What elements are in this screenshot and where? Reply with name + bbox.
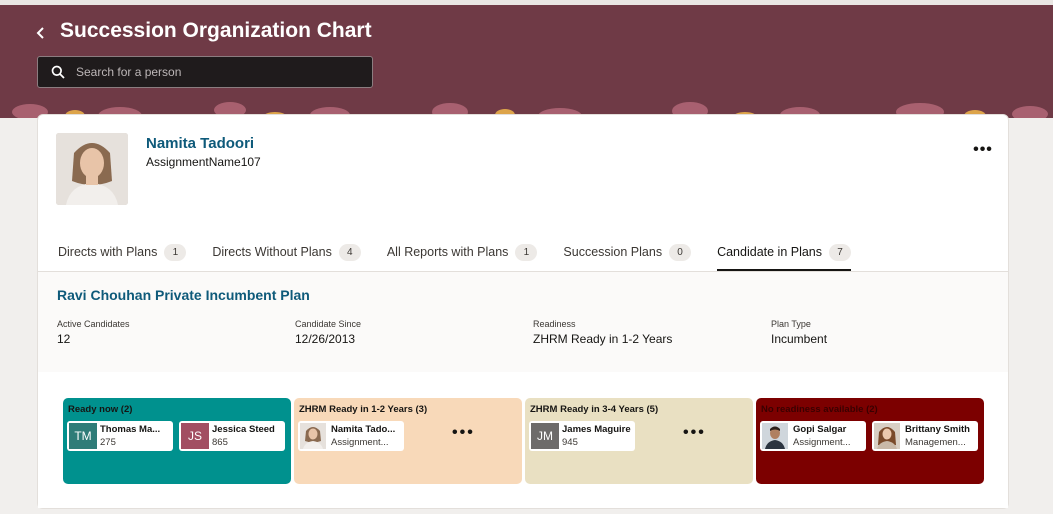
candidate-detail: Managemen... [905,437,966,448]
person-photo [56,133,128,205]
candidate-name: Brittany Smith [905,424,970,435]
lane-title: ZHRM Ready in 3-4 Years (5) [530,404,659,415]
tab-label: Directs with Plans [58,245,158,259]
candidate-name: Thomas Ma... [100,424,161,435]
tab-directs-with-plans[interactable]: Directs with Plans 1 [58,235,187,271]
lane-ready-now: Ready now (2) TM Thomas Ma... 275 JS Jes… [63,398,291,484]
candidate-detail: 945 [562,437,578,448]
meta-value: 12/26/2013 [295,332,356,346]
more-candidates-button[interactable]: ••• [683,425,706,441]
meta-label: Readiness [533,319,576,329]
candidate-chip[interactable]: TM Thomas Ma... 275 [67,421,173,451]
meta-readiness: Readiness ZHRM Ready in 1-2 Years [533,319,672,346]
meta-value: ZHRM Ready in 1-2 Years [533,332,673,346]
meta-label: Plan Type [771,319,811,329]
meta-value: Incumbent [771,332,828,346]
avatar: JS [181,423,209,449]
candidate-chip[interactable]: JM James Maguire 945 [529,421,635,451]
avatar [762,423,788,449]
person-assignment: AssignmentName107 [146,155,261,169]
candidate-detail: Assignment... [331,437,389,448]
candidate-name: Gopi Salgar [793,424,847,435]
tab-count-badge: 1 [515,244,538,261]
tab-bar: Directs with Plans 1 Directs Without Pla… [58,235,877,271]
lane-no-readiness: No readiness available (2) Gopi Salgar A… [756,398,984,484]
meta-candidate-since: Candidate Since 12/26/2013 [295,319,361,346]
lane-title: No readiness available (2) [761,404,878,415]
avatar: TM [69,423,97,449]
search-icon [51,65,65,79]
meta-value: 12 [57,332,71,346]
tab-label: Succession Plans [563,245,663,259]
page-header: Succession Organization Chart [0,0,1053,118]
page-title: Succession Organization Chart [60,19,372,42]
tab-count-badge: 4 [338,244,361,261]
person-name[interactable]: Namita Tadoori [146,135,254,152]
avatar [874,423,900,449]
avatar [300,423,326,449]
more-actions-button[interactable]: ••• [972,142,994,159]
meta-plan-type: Plan Type Incumbent [771,319,827,346]
back-button[interactable] [30,22,52,44]
search-box[interactable] [37,56,373,88]
candidate-detail: 275 [100,437,116,448]
lane-title: Ready now (2) [68,404,133,415]
profile-card: Namita Tadoori AssignmentName107 ••• Dir… [37,114,1009,509]
meta-label: Candidate Since [295,319,362,329]
tab-label: All Reports with Plans [386,245,509,259]
person-photo [762,423,788,449]
candidate-chip[interactable]: Gopi Salgar Assignment... [760,421,866,451]
meta-label: Active Candidates [57,319,130,329]
candidate-name: Namita Tado... [331,424,396,435]
tab-succession-plans[interactable]: Succession Plans 0 [563,235,692,271]
candidate-detail: 865 [212,437,228,448]
lane-title: ZHRM Ready in 1-2 Years (3) [299,404,428,415]
candidate-detail: Assignment... [793,437,851,448]
more-candidates-button[interactable]: ••• [452,425,475,441]
plan-title[interactable]: Ravi Chouhan Private Incumbent Plan [57,287,310,303]
tab-directs-without-plans[interactable]: Directs Without Plans 4 [212,235,361,271]
person-photo [300,423,326,449]
tab-label: Directs Without Plans [212,245,332,259]
meta-active-candidates: Active Candidates 12 [57,319,130,346]
tab-label: Candidate in Plans [717,245,823,259]
tab-count-badge: 0 [669,244,692,261]
tab-count-badge: 1 [164,244,187,261]
candidate-chip[interactable]: JS Jessica Steed 865 [179,421,285,451]
avatar: JM [531,423,559,449]
candidate-name: Jessica Steed [212,424,275,435]
tab-count-badge: 7 [829,244,852,261]
avatar [56,133,128,205]
lane-ready-1-2-years: ZHRM Ready in 1-2 Years (3) Namita Tado.… [294,398,522,484]
candidate-name: James Maguire [562,424,631,435]
chevron-left-icon [36,27,44,39]
tab-candidate-in-plans[interactable]: Candidate in Plans 7 [717,235,852,271]
person-photo [874,423,900,449]
candidate-chip[interactable]: Brittany Smith Managemen... [872,421,978,451]
candidate-chip[interactable]: Namita Tado... Assignment... [298,421,404,451]
lane-ready-3-4-years: ZHRM Ready in 3-4 Years (5) JM James Mag… [525,398,753,484]
readiness-board: Ready now (2) TM Thomas Ma... 275 JS Jes… [38,372,1008,508]
tab-all-reports-with-plans[interactable]: All Reports with Plans 1 [387,235,538,271]
search-input[interactable] [76,57,366,87]
top-strip [0,0,1053,5]
